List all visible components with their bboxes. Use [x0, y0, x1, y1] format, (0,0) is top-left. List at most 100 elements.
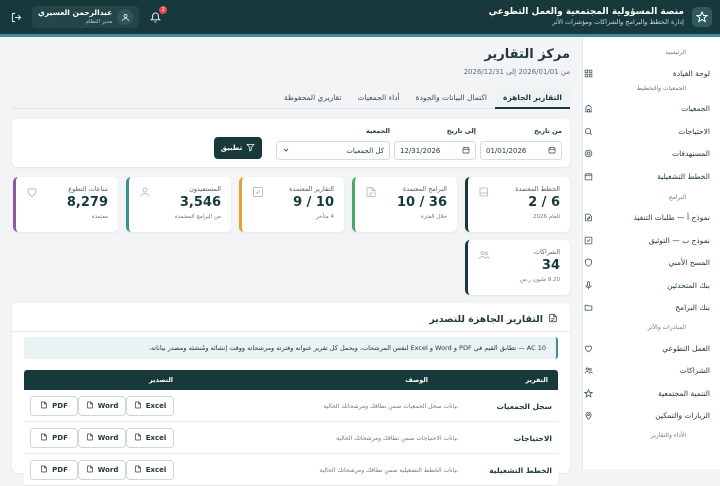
sidebar-item-security-scan[interactable]: المسح الأمني [583, 252, 720, 275]
excel-label: Excel [145, 466, 167, 474]
sidebar-item-targets[interactable]: المستهدفات [583, 143, 720, 166]
export-pdf-button[interactable]: PDF [30, 396, 78, 416]
sidebar-item-programs-bank[interactable]: بنك البرامج [583, 297, 720, 320]
excel-label: Excel [145, 434, 167, 442]
from-date-value: 01/01/2026 [486, 146, 527, 155]
star-icon [583, 388, 593, 398]
sidebar-item-needs[interactable]: الاحتياجات [583, 120, 720, 143]
kpi-sub: 4 متأخر [316, 214, 334, 220]
pdf-label: PDF [52, 434, 68, 442]
tab-ready-reports[interactable]: التقارير الجاهزة [495, 88, 570, 109]
building-icon [583, 104, 593, 114]
sidebar-item-label: بنك البرامج [675, 303, 710, 313]
kpi-sub: من البرامج المعتمدة [174, 214, 221, 220]
sidebar-item-community-development[interactable]: التنمية المجتمعية [583, 382, 720, 405]
export-excel-button[interactable]: Excel [126, 428, 174, 448]
association-select[interactable]: كل الجمعيات [276, 141, 390, 160]
kpi-card-beneficiaries: المستفيدون 3,546 من البرامج المعتمدة [126, 177, 231, 232]
to-date-input[interactable]: 12/31/2026 [394, 141, 476, 160]
file-icon [40, 433, 48, 443]
sidebar-item-dashboard[interactable]: لوحة القيادة [583, 62, 720, 85]
association-value: كل الجمعيات [346, 146, 384, 155]
sidebar-item-volunteering[interactable]: العمل التطوعي [583, 337, 720, 360]
word-label: Word [97, 434, 119, 442]
mic-icon [583, 280, 593, 290]
to-date-value: 12/31/2026 [400, 146, 441, 155]
export-word-button[interactable]: Word [78, 460, 126, 480]
from-date-input[interactable]: 01/01/2026 [480, 141, 562, 160]
kpi-title: ساعات التطوع [68, 185, 108, 193]
heart-icon [26, 183, 38, 198]
tab-data-quality[interactable]: اكتمال البيانات والجودة [408, 88, 495, 109]
page-date-range: من 2026/01/01 إلى 2026/12/31 [463, 68, 570, 76]
sidebar-item-operational-plans[interactable]: الخطط التشغيلية [583, 165, 720, 188]
user-menu[interactable]: عبدالرحمن العسيري مدير النظام [32, 6, 140, 28]
target-icon [583, 149, 593, 159]
export-excel-button[interactable]: Excel [126, 460, 174, 480]
check-square-icon [252, 183, 264, 197]
top-actions: عبدالرحمن العسيري مدير النظام 2 [8, 6, 168, 28]
page-title: مركز التقارير [484, 47, 570, 62]
kpi-value: 8,279 [66, 195, 108, 210]
kpi-value: 9 / 10 [293, 195, 334, 210]
logout-icon[interactable] [8, 9, 24, 25]
from-date-label: من تاريخ [534, 127, 562, 135]
file-edit-icon [583, 213, 593, 223]
export-word-button[interactable]: Word [78, 428, 126, 448]
sidebar-section-main: الرئيسية [665, 49, 686, 56]
sidebar-item-label: الجمعيات [681, 104, 710, 114]
sidebar-item-label: الزيارات والتمكين [655, 411, 710, 421]
apply-button[interactable]: تطبيق [214, 137, 262, 159]
divider [12, 331, 570, 332]
tab-saved-reports[interactable]: تقاريري المحفوظة [276, 88, 349, 109]
sidebar-item-form-a[interactable]: نموذج أ — طلبات التنفيذ [583, 207, 720, 230]
column-export: التصدير [149, 376, 173, 384]
sidebar-item-label: الاحتياجات [678, 126, 710, 136]
bell-icon[interactable]: 2 [147, 6, 168, 25]
column-report: التقرير [525, 376, 548, 384]
sidebar-item-label: المسح الأمني [668, 258, 710, 268]
tabs: التقارير الجاهزة اكتمال البيانات والجودة… [12, 88, 570, 109]
sidebar-item-label: نموذج أ — طلبات التنفيذ [633, 213, 710, 223]
users-icon [583, 366, 593, 376]
star-icon[interactable] [692, 7, 712, 27]
user-name: عبدالرحمن العسيري [38, 8, 113, 17]
kpi-value: 3,546 [179, 195, 221, 210]
kpi-card-reports: التقارير المعتمدة 9 / 10 4 متأخر [239, 177, 344, 232]
sidebar-item-form-b[interactable]: نموذج ب — التوثيق [583, 229, 720, 252]
kpi-value: 34 [541, 258, 560, 273]
user-icon [117, 9, 134, 25]
kpi-title: التقارير المعتمدة [289, 185, 334, 193]
tab-associations-performance[interactable]: أداء الجمعيات [349, 88, 407, 109]
kpi-card-plans: الخطط المعتمدة 2 / 6 للعام 2026 [465, 177, 570, 232]
sidebar-section-programs: البرامج [668, 193, 686, 201]
report-description: بيانات الخطط التشغيلية ضمن نطاقك ومرشحات… [319, 467, 458, 474]
export-excel-button[interactable]: Excel [126, 396, 174, 416]
sidebar-item-associations[interactable]: الجمعيات [583, 98, 720, 121]
sidebar-item-label: نموذج ب — التوثيق [648, 235, 710, 245]
sidebar-item-visits[interactable]: الزيارات والتمكين [583, 405, 720, 428]
table-row: الخطط التشغيلية بيانات الخطط التشغيلية ضم… [24, 454, 558, 486]
sidebar-section-associations: الجمعيات والتخطيط [636, 84, 686, 92]
search-icon [583, 126, 593, 136]
table-row: سجل الجمعيات بيانات سجل الجمعيات ضمن نطاق… [24, 390, 558, 422]
export-header: التقارير الجاهزة للتصدير [429, 313, 558, 326]
pdf-label: PDF [52, 466, 68, 474]
export-pdf-button[interactable]: PDF [30, 460, 78, 480]
heart-icon [583, 343, 593, 353]
sidebar-item-partnerships[interactable]: الشراكات [583, 360, 720, 383]
word-label: Word [97, 466, 119, 474]
sidebar-item-speakers-bank[interactable]: بنك المتحدثين [583, 274, 720, 297]
kpi-sub: معتمدة [91, 214, 108, 220]
sidebar-item-label: التنمية المجتمعية [658, 388, 710, 398]
report-name: سجل الجمعيات [496, 402, 552, 411]
export-word-button[interactable]: Word [78, 396, 126, 416]
kpi-card-volunteer-hours: ساعات التطوع 8,279 معتمدة [13, 177, 118, 232]
sidebar-item-label: الشراكات [679, 366, 710, 376]
export-pdf-button[interactable]: PDF [30, 428, 78, 448]
shield-icon [583, 258, 593, 268]
file-icon [86, 465, 94, 475]
sidebar: الرئيسية لوحة القيادة الجمعيات والتخطيط … [582, 37, 720, 469]
user-icon [139, 183, 151, 197]
book-icon [478, 183, 490, 197]
